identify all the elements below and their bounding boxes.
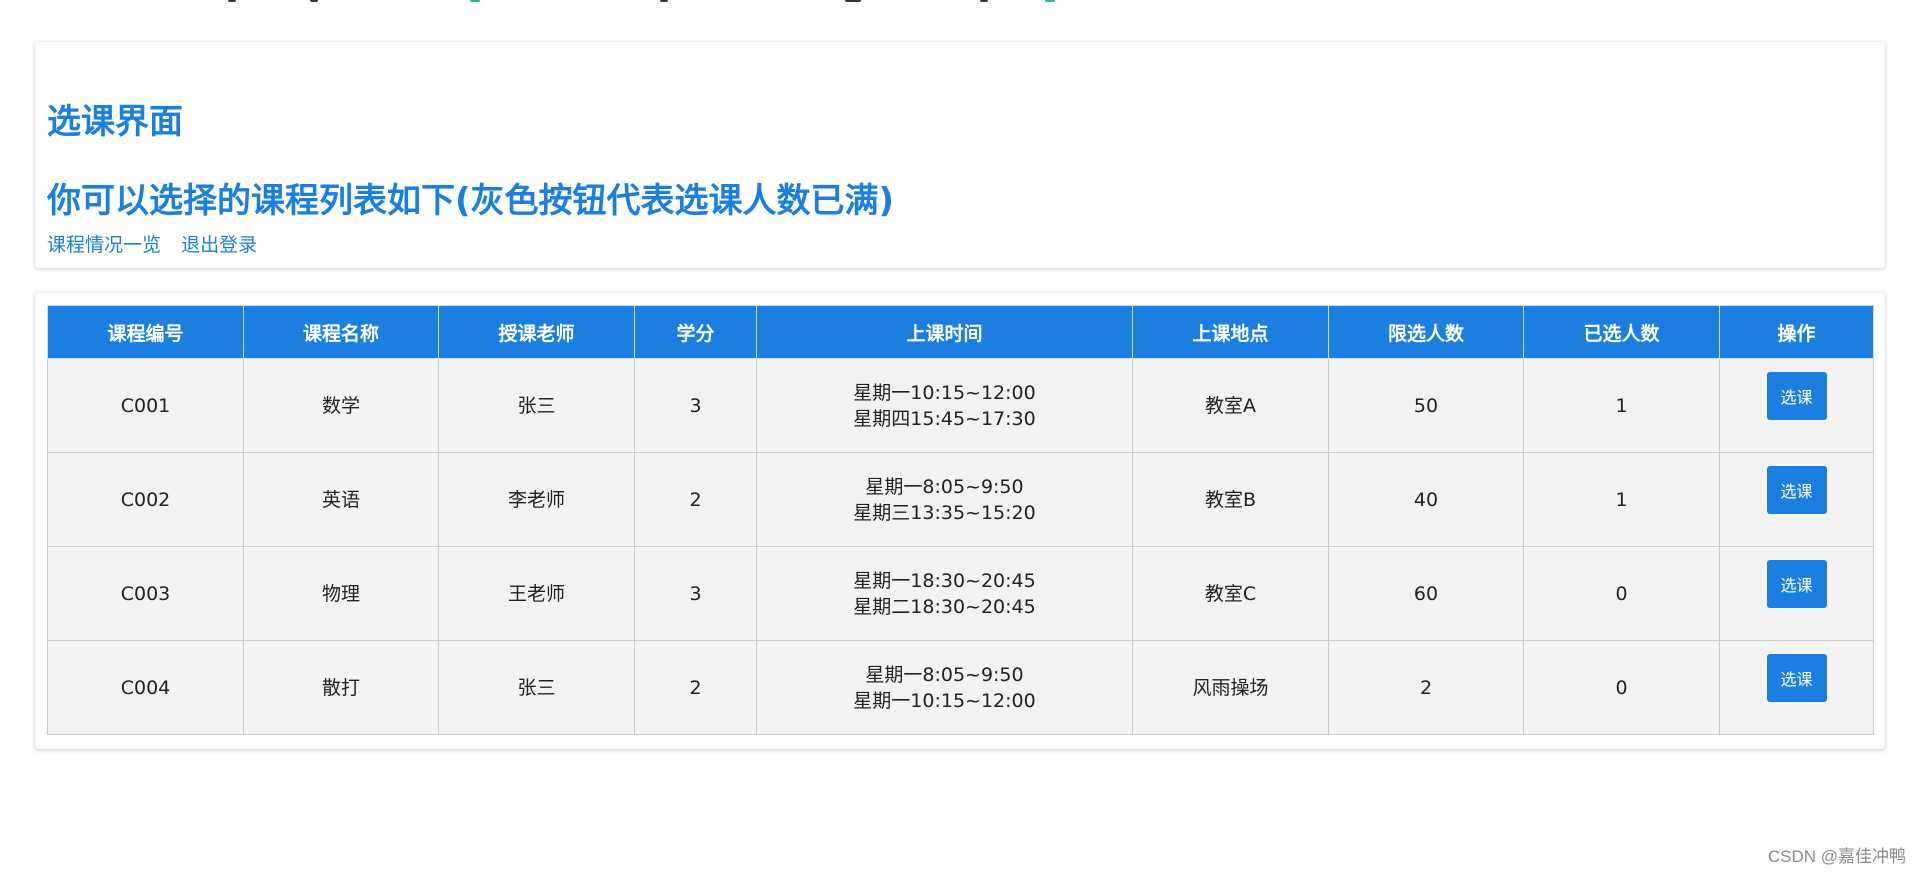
place-cell: 教室A [1132,358,1329,453]
teacher-cell: 张三 [438,358,635,453]
column-header-id: 课程编号 [47,305,244,359]
action-cell: 选课 [1719,452,1874,547]
time-cell: 星期一8:05~9:50 星期一10:15~12:00 [756,640,1133,735]
time-slot: 星期二18:30~20:45 [853,595,1036,618]
time-slot: 星期一10:15~12:00 [853,689,1036,712]
course-id-cell: C001 [47,358,244,453]
place-cell: 教室B [1132,452,1329,547]
logout-link[interactable]: 退出登录 [181,234,257,256]
time-slot: 星期四15:45~17:30 [853,407,1036,430]
column-header-credit: 学分 [634,305,757,359]
time-cell: 星期一10:15~12:00 星期四15:45~17:30 [756,358,1133,453]
column-header-place: 上课地点 [1132,305,1329,359]
time-slot: 星期一10:15~12:00 [853,381,1036,404]
selected-count-cell: 0 [1523,640,1720,735]
table-row: C001 数学 张三 3 星期一10:15~12:00 星期四15:45~17:… [47,358,1874,453]
limit-cell: 2 [1328,640,1524,735]
course-overview-link[interactable]: 课程情况一览 [47,234,161,256]
table-header-row: 课程编号 课程名称 授课老师 学分 上课时间 上课地点 限选人数 已选人数 操作 [47,305,1874,359]
place-cell: 教室C [1132,546,1329,641]
action-cell: 选课 [1719,358,1874,453]
action-cell: 选课 [1719,546,1874,641]
course-id-cell: C003 [47,546,244,641]
credit-cell: 2 [634,640,757,735]
column-header-teacher: 授课老师 [438,305,635,359]
column-header-time: 上课时间 [756,305,1133,359]
selected-count-cell: 1 [1523,358,1720,453]
place-cell: 风雨操场 [1132,640,1329,735]
course-name-cell: 物理 [243,546,439,641]
table-row: C003 物理 王老师 3 星期一18:30~20:45 星期二18:30~20… [47,546,1874,641]
limit-cell: 50 [1328,358,1524,453]
nav-links: 课程情况一览 退出登录 [47,230,271,257]
credit-cell: 3 [634,358,757,453]
time-cell: 星期一18:30~20:45 星期二18:30~20:45 [756,546,1133,641]
course-name-cell: 散打 [243,640,439,735]
course-name-cell: 数学 [243,358,439,453]
action-cell: 选课 [1719,640,1874,735]
course-name-cell: 英语 [243,452,439,547]
column-header-action: 操作 [1719,305,1874,359]
credit-cell: 2 [634,452,757,547]
course-id-cell: C004 [47,640,244,735]
column-header-limit: 限选人数 [1328,305,1524,359]
table-row: C004 散打 张三 2 星期一8:05~9:50 星期一10:15~12:00… [47,640,1874,735]
credit-cell: 3 [634,546,757,641]
time-cell: 星期一8:05~9:50 星期三13:35~15:20 [756,452,1133,547]
limit-cell: 60 [1328,546,1524,641]
course-table: 课程编号 课程名称 授课老师 学分 上课时间 上课地点 限选人数 已选人数 操作… [47,305,1874,735]
select-course-button[interactable]: 选课 [1766,559,1827,608]
select-course-button[interactable]: 选课 [1766,653,1827,702]
teacher-cell: 李老师 [438,452,635,547]
watermark: CSDN @嘉佳冲鸭 [1767,847,1906,866]
course-table-card: 课程编号 课程名称 授课老师 学分 上课时间 上课地点 限选人数 已选人数 操作… [35,293,1885,749]
course-id-cell: C002 [47,452,244,547]
column-header-name: 课程名称 [243,305,439,359]
teacher-cell: 张三 [438,640,635,735]
page-subtitle: 你可以选择的课程列表如下(灰色按钮代表选课人数已满) [47,181,895,221]
selected-count-cell: 0 [1523,546,1720,641]
time-slot: 星期一18:30~20:45 [853,569,1036,592]
limit-cell: 40 [1328,452,1524,547]
table-row: C002 英语 李老师 2 星期一8:05~9:50 星期三13:35~15:2… [47,452,1874,547]
column-header-selected: 已选人数 [1523,305,1720,359]
select-course-button[interactable]: 选课 [1766,371,1827,420]
time-slot: 星期一8:05~9:50 [865,663,1024,686]
time-slot: 星期三13:35~15:20 [853,501,1036,524]
select-course-button[interactable]: 选课 [1766,465,1827,514]
cropped-top-edge [0,0,1920,6]
page-title: 选课界面 [47,102,183,142]
header-card: 选课界面 你可以选择的课程列表如下(灰色按钮代表选课人数已满) 课程情况一览 退… [35,42,1885,268]
selected-count-cell: 1 [1523,452,1720,547]
time-slot: 星期一8:05~9:50 [865,475,1024,498]
teacher-cell: 王老师 [438,546,635,641]
